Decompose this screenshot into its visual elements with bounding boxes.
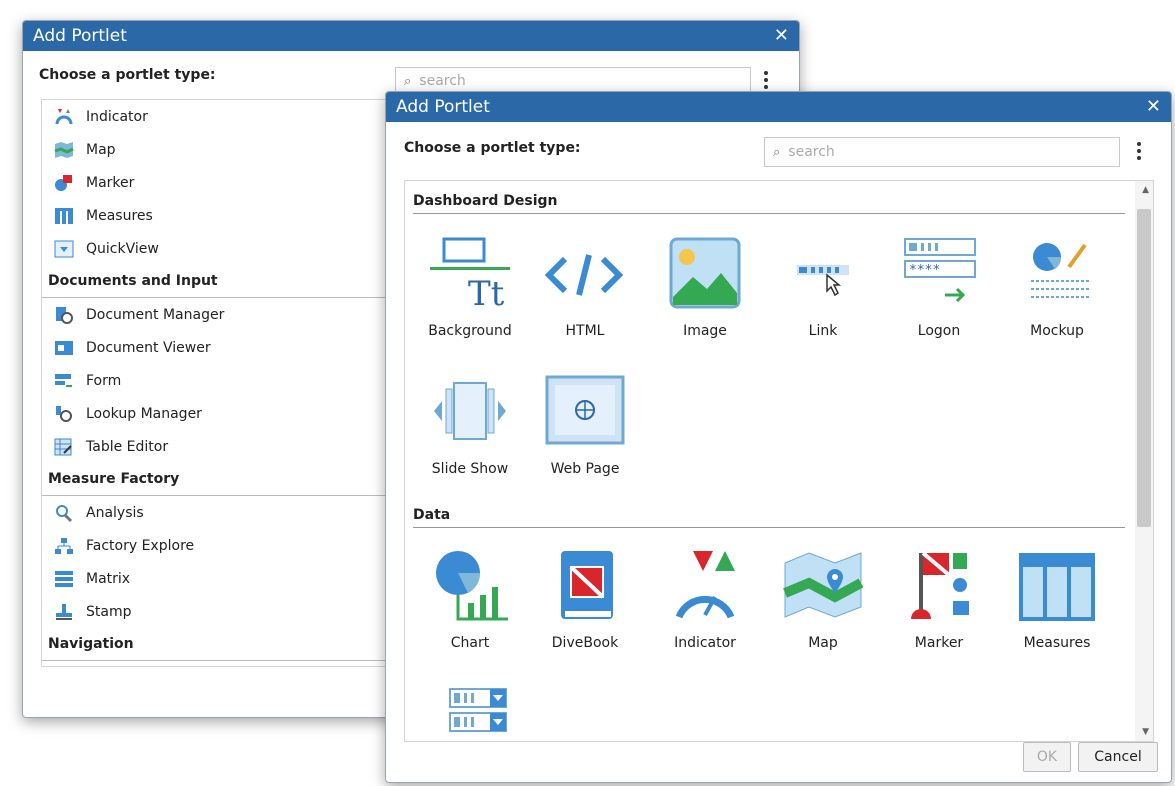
- tile-quickview-partial[interactable]: [410, 683, 530, 741]
- tile-marker[interactable]: Marker: [879, 549, 999, 651]
- tile-divebook[interactable]: DiveBook: [525, 549, 645, 651]
- tile-indicator[interactable]: Indicator: [645, 549, 765, 651]
- back-more-options-icon[interactable]: [761, 71, 771, 89]
- section-header-dashboard-design: Dashboard Design: [413, 193, 1125, 214]
- document-manager-icon: [56, 306, 73, 324]
- scroll-thumb[interactable]: [1137, 209, 1151, 527]
- quickview-icon: [54, 240, 74, 257]
- back-dialog-titlebar[interactable]: Add Portlet ✕: [23, 21, 799, 51]
- front-choose-label: Choose a portlet type:: [404, 140, 581, 156]
- portlet-grid-pane: Dashboard Design Tt Background HTML Imag…: [404, 180, 1154, 742]
- scroll-down-icon[interactable]: ▼: [1142, 727, 1149, 737]
- front-add-portlet-dialog: Add Portlet ✕ Choose a portlet type: ⌕ s…: [385, 91, 1172, 783]
- slide-show-icon: [434, 382, 506, 440]
- indicator-icon: [675, 551, 735, 619]
- back-dialog-title: Add Portlet: [33, 26, 127, 46]
- front-dialog-titlebar[interactable]: Add Portlet ✕: [386, 92, 1171, 122]
- measures-icon: [55, 207, 73, 224]
- tile-web-page[interactable]: Web Page: [525, 375, 645, 477]
- tile-map[interactable]: Map: [763, 549, 883, 651]
- background-icon: Tt: [430, 237, 510, 309]
- ok-button[interactable]: OK: [1023, 742, 1071, 772]
- link-icon: [797, 265, 849, 297]
- measures-icon: [1019, 553, 1095, 621]
- search-icon: ⌕: [404, 73, 412, 89]
- tile-mockup[interactable]: Mockup: [997, 237, 1117, 339]
- svg-text:Tt: Tt: [468, 274, 505, 309]
- back-close-icon[interactable]: ✕: [774, 27, 789, 45]
- scroll-up-icon[interactable]: ▲: [1142, 185, 1149, 195]
- back-choose-label: Choose a portlet type:: [39, 67, 216, 83]
- tile-link[interactable]: Link: [763, 237, 883, 339]
- cancel-button[interactable]: Cancel: [1078, 742, 1158, 772]
- stamp-icon: [56, 603, 72, 620]
- tile-image[interactable]: Image: [645, 237, 765, 339]
- logon-icon: ****: [904, 238, 976, 303]
- lookup-manager-icon: [56, 405, 72, 422]
- indicator-icon: [55, 108, 73, 124]
- section-header-data: Data: [413, 507, 1125, 528]
- front-dialog-title: Add Portlet: [396, 97, 490, 117]
- grid-scrollbar[interactable]: ▲ ▼: [1135, 181, 1153, 741]
- chart-icon: [436, 551, 508, 621]
- matrix-icon: [55, 570, 73, 587]
- svg-text:****: ****: [909, 263, 940, 278]
- map-icon: [54, 141, 74, 158]
- web-page-icon: [545, 375, 625, 445]
- document-viewer-icon: [55, 340, 73, 355]
- quickview-icon: [449, 688, 507, 732]
- tile-background[interactable]: Tt Background: [410, 237, 530, 339]
- back-search-placeholder: search: [419, 73, 466, 89]
- front-search-input[interactable]: ⌕ search: [764, 137, 1120, 167]
- table-editor-icon: [54, 438, 72, 455]
- map-icon: [783, 552, 864, 618]
- tile-slide-show[interactable]: Slide Show: [410, 375, 530, 477]
- tile-measures[interactable]: Measures: [997, 549, 1117, 651]
- marker-icon: [55, 174, 72, 191]
- mockup-icon: [1031, 243, 1091, 298]
- tile-chart[interactable]: Chart: [410, 549, 530, 651]
- front-more-options-icon[interactable]: [1134, 142, 1144, 160]
- divebook-icon: [561, 551, 613, 619]
- marker-icon: [911, 551, 969, 619]
- tile-html[interactable]: HTML: [525, 237, 645, 339]
- html-code-icon: [544, 254, 624, 296]
- image-icon: [669, 237, 741, 309]
- factory-explore-icon: [55, 537, 73, 554]
- search-icon: ⌕: [773, 144, 781, 160]
- analysis-icon: [56, 504, 73, 522]
- front-close-icon[interactable]: ✕: [1146, 98, 1161, 116]
- tile-logon[interactable]: **** Logon: [879, 237, 999, 339]
- form-icon: [55, 373, 72, 387]
- front-search-placeholder: search: [788, 144, 835, 160]
